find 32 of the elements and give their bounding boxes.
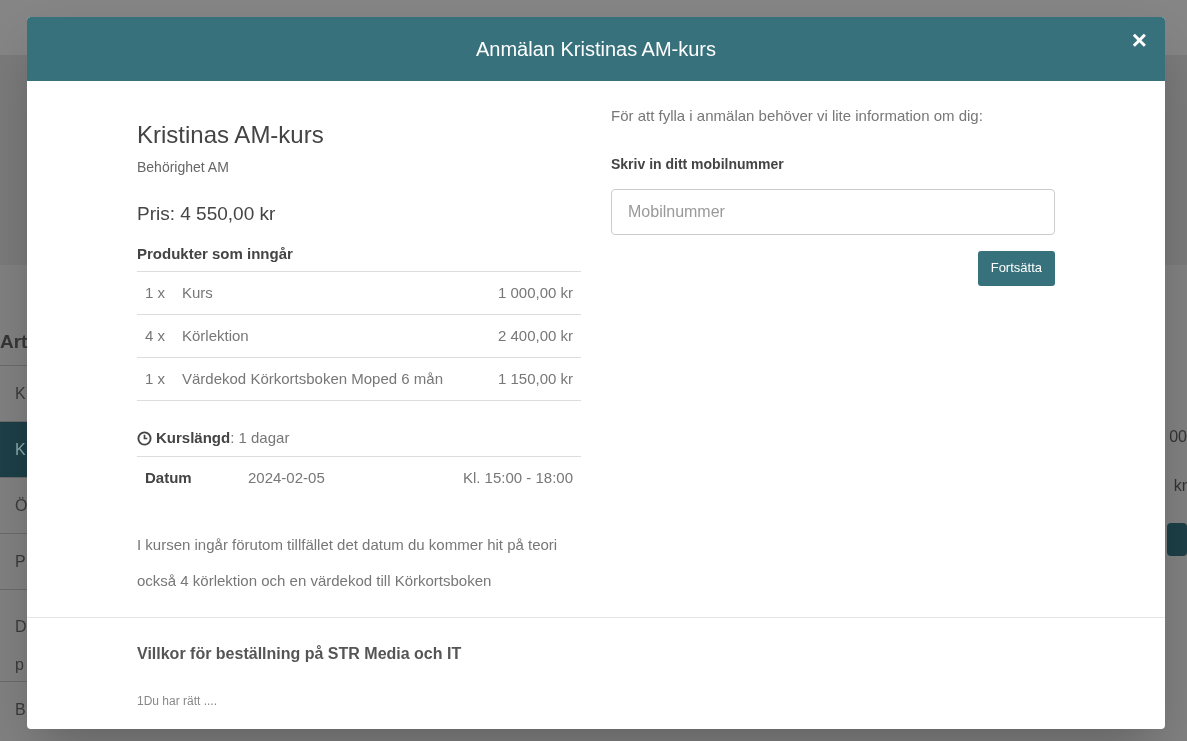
products-heading: Produkter som inngår [137,242,581,272]
quantity-text: 4 x [145,325,166,346]
clock-icon [137,430,152,446]
continue-button[interactable]: Fortsätta [977,250,1055,286]
phone-field[interactable]: Mobilnummer [611,188,1055,235]
product-name: Körlektion [182,325,250,346]
course-title: Kristinas AM-kurs [137,120,325,150]
product-price: 1 000,00 kr [497,282,573,303]
terms-heading: Villkor för beställning på STR Media och IT [137,644,463,664]
sidebar-item[interactable]: K [0,421,27,477]
course-duration: Kurslängd: 1 dagar [156,428,290,448]
quantity-text: 1 x [145,282,166,303]
product-price: 1 150,00 kr [497,368,573,389]
intro-text: För att fylla i anmälan behöver vi lite information om dig: [611,106,984,126]
close-button[interactable]: × [1131,27,1147,53]
field-label: Skriv in ditt mobilnummer [611,154,785,174]
date-label: Datum [145,468,193,489]
terms-text: 1Du har rätt .... [137,693,219,710]
price-text: Pris: 4 550,00 kr [137,202,277,226]
product-name: Värdekod Körkortsboken Moped 6 mån [182,368,444,389]
price-text: kr [1173,476,1187,496]
quantity-text: 1 x [145,368,166,389]
date-text: 2024-02-05 [248,468,326,489]
modal-title: Anmälan Kristinas AM-kurs [475,37,717,62]
product-name: Kurs [182,282,214,303]
price-text: 00 [1169,427,1187,447]
course-description: I kursen ingår förutom tillfället det datum du kommer hit på teori också 4 körlektion och en värdekod till Körkortsboken [137,534,559,591]
time-text: Kl. 15:00 - 18:00 [462,468,573,489]
course-subtitle: Behörighet AM [137,158,230,177]
section-heading: Art [0,330,28,354]
button-background [1167,523,1187,556]
product-price: 2 400,00 kr [497,325,573,346]
